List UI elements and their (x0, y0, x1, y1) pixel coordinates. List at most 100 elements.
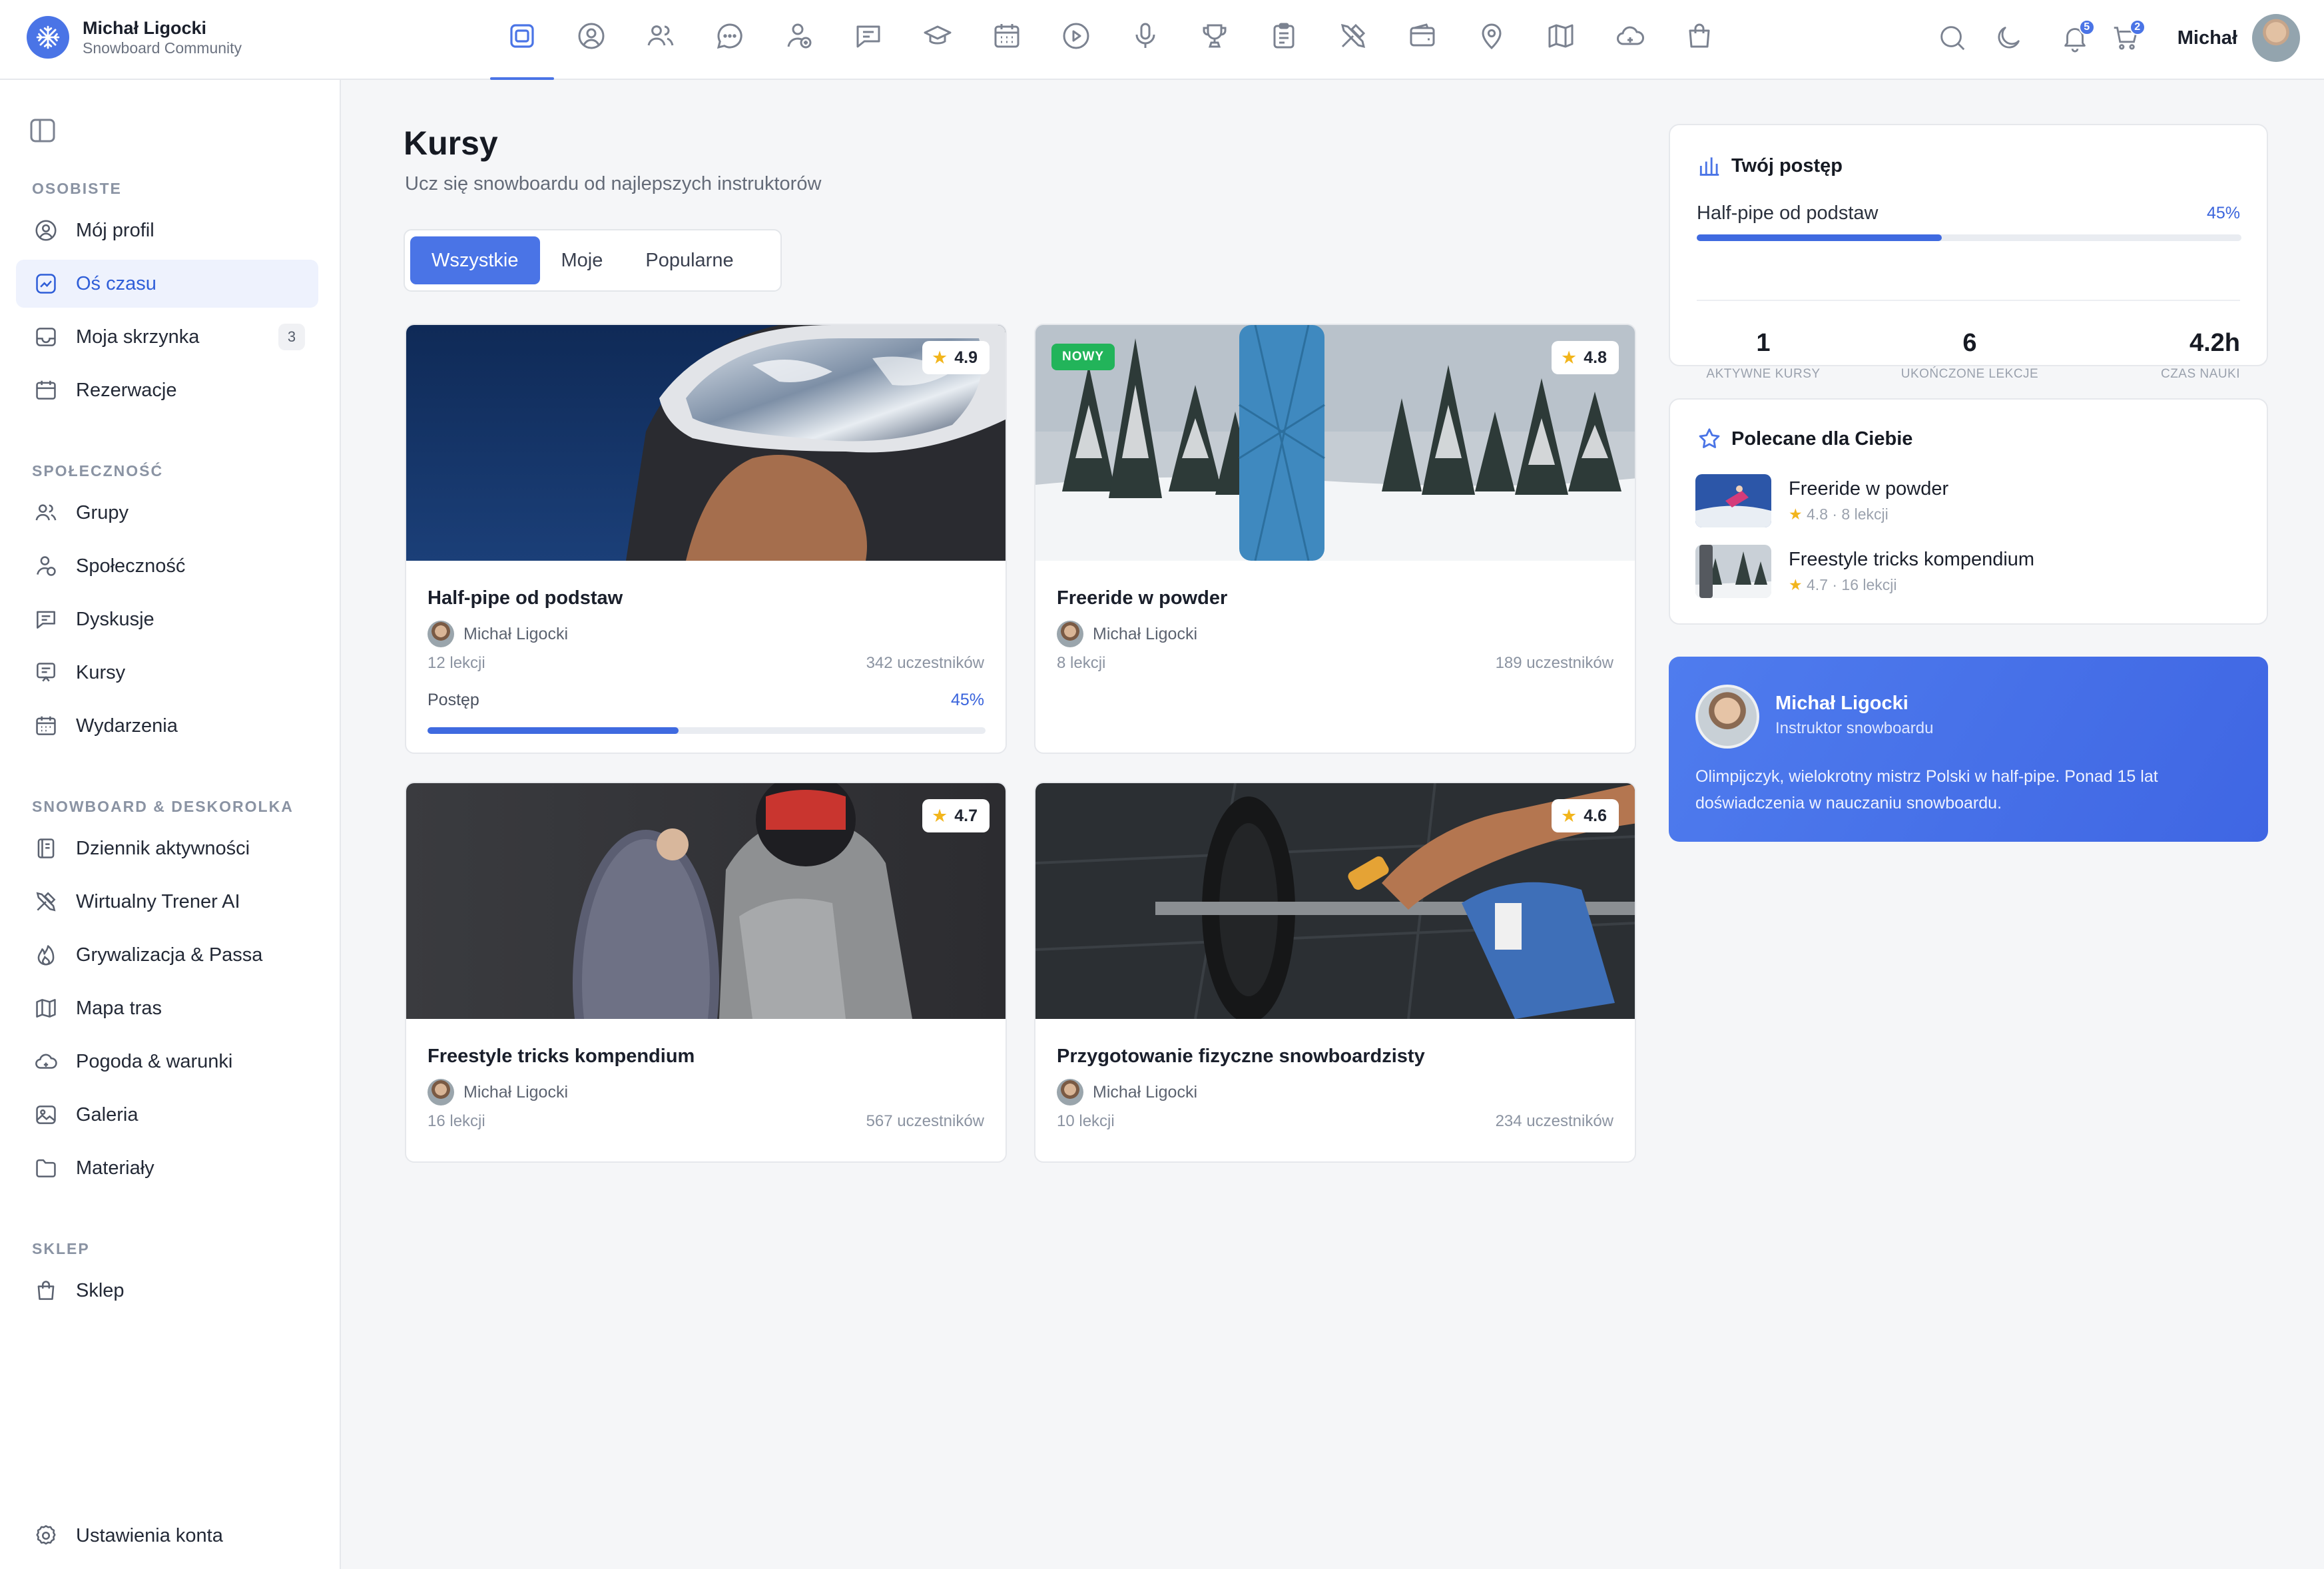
course-card-freeride[interactable]: NOWY ★ 4.8 Freeride w powder Michał Ligoc… (1034, 324, 1636, 754)
sidebar-item-courses[interactable]: Kursy (16, 649, 318, 697)
wallet-icon[interactable] (1388, 16, 1457, 80)
microphone-icon[interactable] (1111, 16, 1180, 80)
divider (1697, 300, 2240, 301)
sidebar-item-label: Dziennik aktywności (76, 837, 250, 859)
sidebar-item-activity-journal[interactable]: Dziennik aktywności (16, 824, 318, 872)
section-title-osobiste: OSOBISTE (32, 180, 122, 197)
sidebar-item-account-settings[interactable]: Ustawienia konta (16, 1512, 318, 1560)
course-card-halfpipe[interactable]: ★ 4.9 Half-pipe od podstaw Michał Ligocki… (405, 324, 1007, 754)
sidebar-item-ai-trainer[interactable]: Wirtualny Trener AI (16, 878, 318, 926)
stat-value: 6 (1962, 329, 1977, 357)
groups-icon (35, 504, 57, 521)
avatar (1695, 685, 1759, 749)
community-icon[interactable] (764, 16, 834, 80)
community-icon (37, 556, 56, 576)
sidebar-item-inbox[interactable]: Moja skrzynka 3 (16, 313, 318, 361)
stat-label: CZAS NAUKI (2160, 367, 2240, 381)
participant-count: 342 uczestników (866, 654, 984, 672)
clipboard-icon[interactable] (1249, 16, 1318, 80)
page-subtitle: Ucz się snowboardu od najlepszych instru… (405, 173, 822, 194)
panel-progress-bar (1697, 234, 2241, 241)
recommended-title: Polecane dla Ciebie (1731, 428, 1913, 450)
sidebar-item-label: Grywalizacja & Passa (76, 944, 263, 966)
cart-icon[interactable]: 2 (2106, 18, 2146, 58)
sidebar-item-timeline[interactable]: Oś czasu (16, 260, 318, 308)
moon-icon[interactable] (1988, 18, 2028, 58)
map-icon (36, 999, 56, 1018)
brand[interactable]: Michał Ligocki Snowboard Community (27, 16, 242, 59)
map-pin-icon[interactable] (1457, 16, 1526, 80)
recommended-item-title: Freeride w powder (1789, 478, 1949, 499)
tab-all[interactable]: Wszystkie (410, 236, 540, 284)
user-circle-icon (35, 220, 57, 241)
sidebar-item-discussions[interactable]: Dyskusje (16, 595, 318, 643)
author-name: Michał Ligocki (1093, 1082, 1198, 1101)
star-icon: ★ (932, 805, 948, 826)
star-icon: ★ (1789, 505, 1803, 523)
sidebar-item-community[interactable]: Społeczność (16, 542, 318, 590)
star-icon: ★ (1789, 576, 1803, 593)
course-author: Michał Ligocki (428, 621, 568, 647)
sidebar-item-reservations[interactable]: Rezerwacje (16, 366, 318, 414)
avatar (428, 621, 454, 647)
sidebar-item-label: Materiały (76, 1157, 154, 1179)
instructor-card[interactable]: Michał Ligocki Instruktor snowboardu Oli… (1669, 657, 2268, 842)
avatar (1057, 1079, 1083, 1105)
sidebar-item-shop[interactable]: Sklep (16, 1267, 318, 1315)
sidebar-item-groups[interactable]: Grupy (16, 489, 318, 537)
progress-fill (428, 727, 679, 734)
tools-icon[interactable] (1318, 16, 1388, 80)
progress-percent: 45% (2206, 204, 2240, 222)
sidebar-item-gallery[interactable]: Galeria (16, 1091, 318, 1139)
course-title: Przygotowanie fizyczne snowboardzisty (1057, 1046, 1425, 1067)
recommended-item-meta: ★ 4.7 · 16 lekcji (1789, 576, 2034, 594)
tab-mine[interactable]: Moje (540, 236, 625, 284)
sidebar-toggle-icon[interactable] (27, 115, 59, 147)
graduation-cap-icon[interactable] (903, 16, 972, 80)
trophy-icon[interactable] (1180, 16, 1249, 80)
instructor-role: Instruktor snowboardu (1775, 719, 1934, 737)
rating-badge: ★ 4.8 (1552, 341, 1619, 374)
shop-bag-icon (37, 1281, 55, 1300)
progress-value: 45% (950, 691, 984, 709)
course-card-freestyle[interactable]: ★ 4.7 Freestyle tricks kompendium Michał … (405, 782, 1007, 1163)
course-card-fitness[interactable]: ★ 4.6 Przygotowanie fizyczne snowboardzis… (1034, 782, 1636, 1163)
calendar-icon[interactable] (972, 16, 1041, 80)
sidebar-item-events[interactable]: Wydarzenia (16, 702, 318, 750)
weather-icon[interactable] (1596, 16, 1665, 80)
sidebar-item-label: Galeria (76, 1103, 139, 1125)
sidebar-item-profile[interactable]: Mój profil (16, 206, 318, 254)
sidebar-item-weather[interactable]: Pogoda & warunki (16, 1038, 318, 1086)
bell-icon[interactable]: 5 (2055, 18, 2095, 58)
sidebar-item-gamification[interactable]: Grywalizacja & Passa (16, 931, 318, 979)
profile-icon[interactable] (557, 16, 626, 80)
participant-count: 234 uczestników (1495, 1112, 1613, 1130)
map-icon[interactable] (1526, 16, 1596, 80)
stat-label: AKTYWNE KURSY (1706, 367, 1821, 381)
shop-bag-icon[interactable] (1665, 16, 1734, 80)
sidebar-item-label: Kursy (76, 661, 126, 683)
sidebar: OSOBISTE Mój profil Oś czasu Moja skrzyn… (0, 80, 341, 1569)
tab-popular[interactable]: Popularne (624, 236, 754, 284)
recommended-meta-text: 4.8 · 8 lekcji (1807, 505, 1888, 523)
sidebar-item-label: Dyskusje (76, 608, 154, 630)
courses-icon[interactable] (487, 16, 557, 80)
user-name[interactable]: Michał (2178, 27, 2237, 49)
calendar-icon (36, 380, 56, 400)
discussion-icon[interactable] (834, 16, 903, 80)
play-icon[interactable] (1041, 16, 1111, 80)
discussion-icon (37, 611, 55, 629)
recommended-item[interactable]: Freestyle tricks kompendium ★ 4.7 · 16 l… (1695, 545, 2034, 598)
search-icon[interactable] (1932, 18, 1972, 58)
sidebar-item-materials[interactable]: Materiały (16, 1144, 318, 1192)
progress-panel-title: Twój postęp (1731, 155, 1843, 176)
star-icon: ★ (932, 347, 948, 368)
recommended-item[interactable]: Freeride w powder ★ 4.8 · 8 lekcji (1695, 474, 1948, 527)
groups-icon[interactable] (626, 16, 695, 80)
sidebar-item-label: Mój profil (76, 219, 154, 241)
sidebar-item-trail-map[interactable]: Mapa tras (16, 984, 318, 1032)
avatar[interactable] (2252, 14, 2300, 62)
chat-icon[interactable] (695, 16, 764, 80)
rating-value: 4.7 (954, 806, 978, 825)
stat-active-courses: 1 AKTYWNE KURSY (1670, 329, 1857, 382)
